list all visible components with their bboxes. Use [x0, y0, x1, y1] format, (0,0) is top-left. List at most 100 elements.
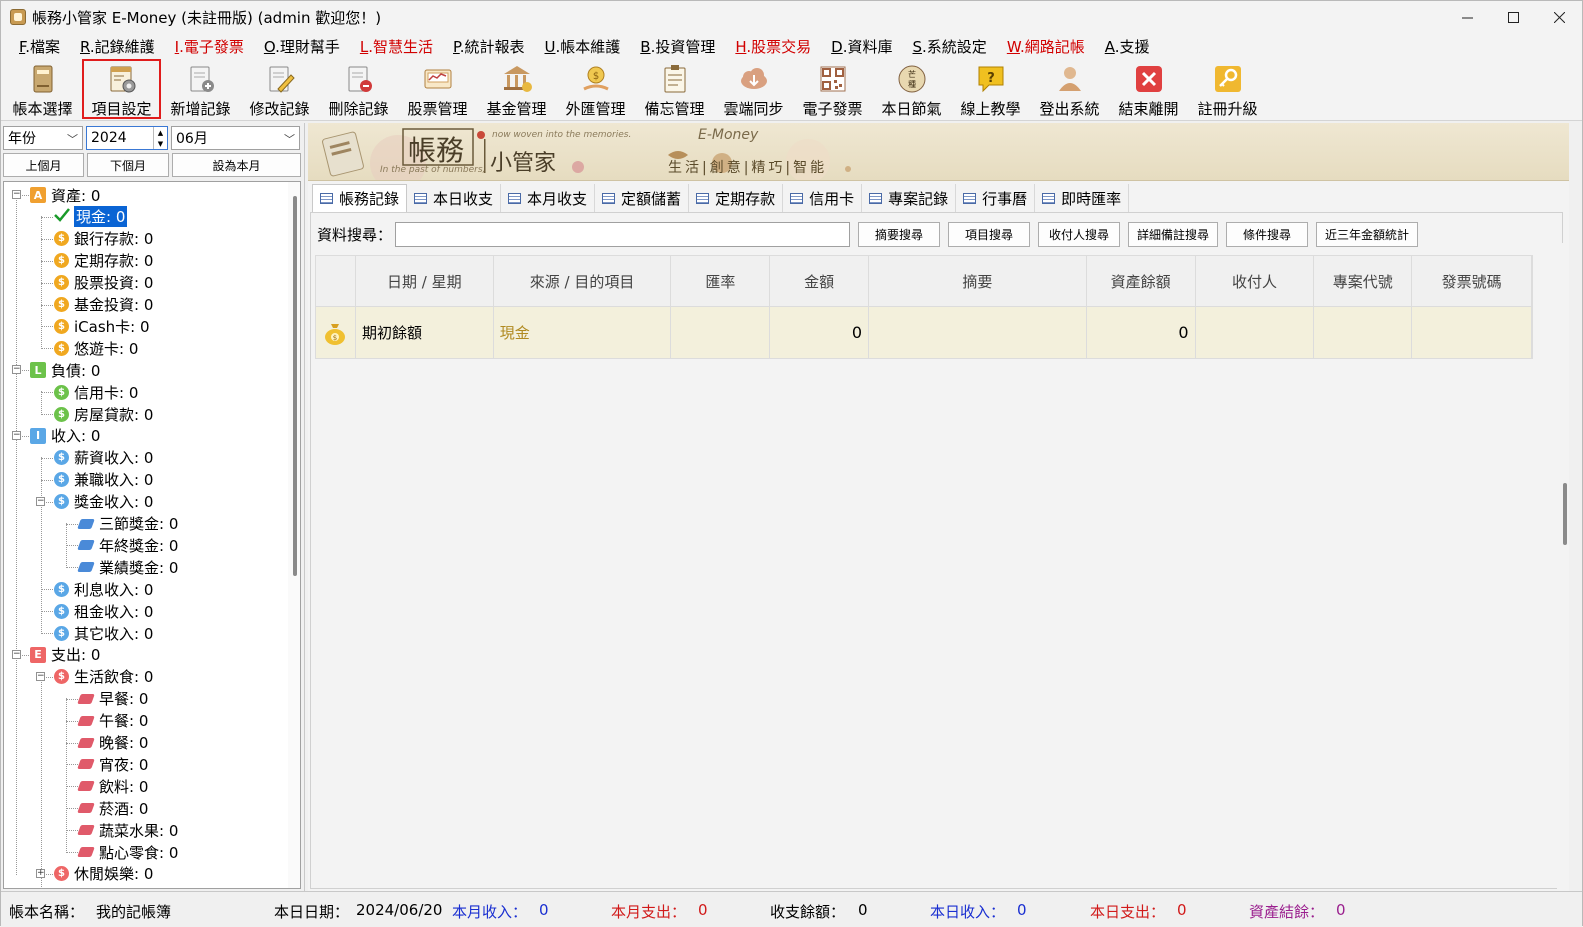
tree-node-easycard[interactable]: $ 悠遊卡: 0 — [54, 337, 138, 359]
toolbar-button-item-settings[interactable]: 項目設定 — [82, 59, 161, 119]
tree-node-interest[interactable]: $ 利息收入: 0 — [54, 578, 153, 600]
tab-4[interactable]: 定期存款 — [689, 184, 784, 212]
menu-item-o[interactable]: O.理財幫手 — [254, 36, 350, 57]
toolbar-button-forex[interactable]: $ 外匯管理 — [556, 59, 635, 119]
tab-2[interactable]: 本月收支 — [501, 184, 596, 212]
menu-item-w[interactable]: W.網路記帳 — [997, 36, 1095, 57]
toolbar-button-key[interactable]: 註冊升級 — [1188, 59, 1267, 119]
tree-node-parttime[interactable]: $ 兼職收入: 0 — [54, 469, 153, 491]
toolbar-button-edit-record[interactable]: 修改記錄 — [240, 59, 319, 119]
year-spinner[interactable]: 2024 ▲ ▼ — [86, 126, 168, 150]
menu-item-r[interactable]: R.記錄維護 — [70, 36, 165, 57]
expand-icon[interactable]: + — [36, 868, 45, 878]
column-header[interactable]: 摘要 — [869, 256, 1087, 306]
tree-node-snacks[interactable]: 點心零食: 0 — [77, 841, 178, 863]
toolbar-button-help[interactable]: ? 線上教學 — [951, 59, 1030, 119]
main-scroll-thumb[interactable] — [1563, 483, 1567, 545]
search-input[interactable] — [395, 222, 851, 247]
item-search-button[interactable]: 項目搜尋 — [948, 222, 1031, 247]
tree-node-festival-bonus[interactable]: 三節獎金: 0 — [77, 513, 178, 535]
collapse-icon[interactable]: − — [12, 430, 21, 440]
tree-node-icash[interactable]: $ iCash卡: 0 — [54, 315, 150, 337]
column-header[interactable]: 專案代號 — [1314, 256, 1413, 306]
condition-search-button[interactable]: 條件搜尋 — [1226, 222, 1309, 247]
tree-node-drinks[interactable]: 飲料: 0 — [77, 775, 148, 797]
table-row[interactable]: $ 期初餘額 現金 0 0 — [315, 307, 1533, 359]
menu-item-a[interactable]: A.支援 — [1095, 36, 1160, 57]
menu-item-l[interactable]: L.智慧生活 — [350, 36, 443, 57]
next-month-button[interactable]: 下個月 — [87, 153, 169, 177]
toolbar-button-user-logout[interactable]: 登出系統 — [1030, 59, 1109, 119]
collapse-icon[interactable]: − — [36, 496, 45, 506]
tab-1[interactable]: 本日收支 — [407, 184, 502, 212]
tree-scrollbar[interactable] — [288, 182, 300, 888]
toolbar-button-ledger-book[interactable]: 帳本選擇 — [3, 59, 82, 119]
toolbar-button-exit[interactable]: 結束離開 — [1109, 59, 1188, 119]
tab-3[interactable]: 定額儲蓄 — [595, 184, 690, 212]
tree-node-income[interactable]: I 收入: 0 — [30, 425, 100, 447]
tree-node-rent[interactable]: $ 租金收入: 0 — [54, 600, 153, 622]
menu-item-d[interactable]: D.資料庫 — [821, 36, 902, 57]
tree-node-bonus[interactable]: $ 獎金收入: 0 — [54, 491, 153, 513]
minimize-button[interactable] — [1444, 1, 1490, 33]
tab-0[interactable]: 帳務記錄 — [312, 184, 408, 212]
tree-node-lunch[interactable]: 午餐: 0 — [77, 710, 148, 732]
toolbar-button-add-record[interactable]: 新增記錄 — [161, 59, 240, 119]
column-header[interactable]: 日期 / 星期 — [356, 256, 494, 306]
tab-5[interactable]: 信用卡 — [783, 184, 863, 212]
tree-node-term-deposit[interactable]: $ 定期存款: 0 — [54, 250, 153, 272]
tree-node-salary[interactable]: $ 薪資收入: 0 — [54, 447, 153, 469]
tree-node-expense[interactable]: E 支出: 0 — [30, 644, 100, 666]
tree-node-breakfast[interactable]: 早餐: 0 — [77, 688, 148, 710]
tree-node-stock[interactable]: $ 股票投資: 0 — [54, 272, 153, 294]
records-grid[interactable]: 日期 / 星期 來源 / 目的項目 匯率 金額 摘要 資產餘額 收付人 專案代號 發票號碼 $ 期初… — [315, 255, 1533, 359]
toolbar-button-qr-code[interactable]: 電子發票 — [793, 59, 872, 119]
tab-6[interactable]: 專案記錄 — [862, 184, 957, 212]
toolbar-button-stock[interactable]: 股票管理 — [398, 59, 477, 119]
tree-node-cash[interactable]: 現金: 0 — [54, 206, 128, 228]
tree-node-food[interactable]: $ 生活飲食: 0 — [54, 666, 153, 688]
tab-8[interactable]: 即時匯率 — [1035, 184, 1130, 212]
collapse-icon[interactable]: − — [12, 190, 21, 199]
toolbar-button-fund[interactable]: 基金管理 — [477, 59, 556, 119]
column-header[interactable]: 發票號碼 — [1412, 256, 1532, 306]
column-header[interactable]: 資產餘額 — [1087, 256, 1196, 306]
set-current-month-button[interactable]: 設為本月 — [172, 153, 301, 177]
tree-node-vegfruit[interactable]: 蔬菜水果: 0 — [77, 819, 178, 841]
menu-item-u[interactable]: U.帳本維護 — [535, 36, 631, 57]
tree-node-bank[interactable]: $ 銀行存款: 0 — [54, 228, 153, 250]
tree-node-liabilities[interactable]: L 負債: 0 — [30, 359, 100, 381]
column-header[interactable]: 來源 / 目的項目 — [494, 256, 672, 306]
tree-node-midnight[interactable]: 宵夜: 0 — [77, 753, 148, 775]
period-select[interactable]: 年份 ﹀ — [3, 126, 83, 150]
menu-item-s[interactable]: S.系統設定 — [903, 36, 997, 57]
collapse-icon[interactable]: − — [36, 671, 45, 681]
collapse-icon[interactable]: − — [12, 649, 21, 659]
tree-node-other-income[interactable]: $ 其它收入: 0 — [54, 622, 153, 644]
toolbar-button-cloud-sync[interactable]: 雲端同步 — [714, 59, 793, 119]
tree-node-dinner[interactable]: 晚餐: 0 — [77, 732, 148, 754]
tree-scroll-thumb[interactable] — [293, 196, 297, 576]
toolbar-button-solar-term[interactable]: 芒種本日節氣 — [872, 59, 951, 119]
column-header[interactable]: 收付人 — [1196, 256, 1315, 306]
tree-node-perf-bonus[interactable]: 業績獎金: 0 — [77, 556, 178, 578]
menu-item-f[interactable]: F.檔案 — [9, 36, 70, 57]
menu-item-p[interactable]: P.統計報表 — [443, 36, 535, 57]
account-tree[interactable]: − A 資產: 0 現金: 0 $ 銀行存款: 0 $ 定期存款: 0 $ 股票投資: 0 $ 基金投… — [3, 181, 301, 889]
tree-node-mortgage[interactable]: $ 房屋貸款: 0 — [54, 403, 153, 425]
month-select[interactable]: 06月 ﹀ — [171, 126, 300, 150]
close-button[interactable] — [1536, 1, 1582, 33]
tree-node-yearend-bonus[interactable]: 年終獎金: 0 — [77, 534, 178, 556]
collapse-icon[interactable]: − — [12, 365, 21, 375]
tree-node-tobacco[interactable]: 菸酒: 0 — [77, 797, 148, 819]
main-scrollbar[interactable] — [1557, 243, 1569, 891]
tree-node-credit[interactable]: $ 信用卡: 0 — [54, 381, 138, 403]
tab-7[interactable]: 行事曆 — [956, 184, 1036, 212]
maximize-button[interactable] — [1490, 1, 1536, 33]
menu-item-b[interactable]: B.投資管理 — [630, 36, 725, 57]
menu-item-i[interactable]: I.電子發票 — [165, 36, 254, 57]
summary-search-button[interactable]: 摘要搜尋 — [858, 222, 941, 247]
toolbar-button-memo[interactable]: 備忘管理 — [635, 59, 714, 119]
tree-node-leisure[interactable]: $ 休閒娛樂: 0 — [54, 863, 153, 885]
tree-node-assets[interactable]: A 資產: 0 — [30, 184, 100, 206]
